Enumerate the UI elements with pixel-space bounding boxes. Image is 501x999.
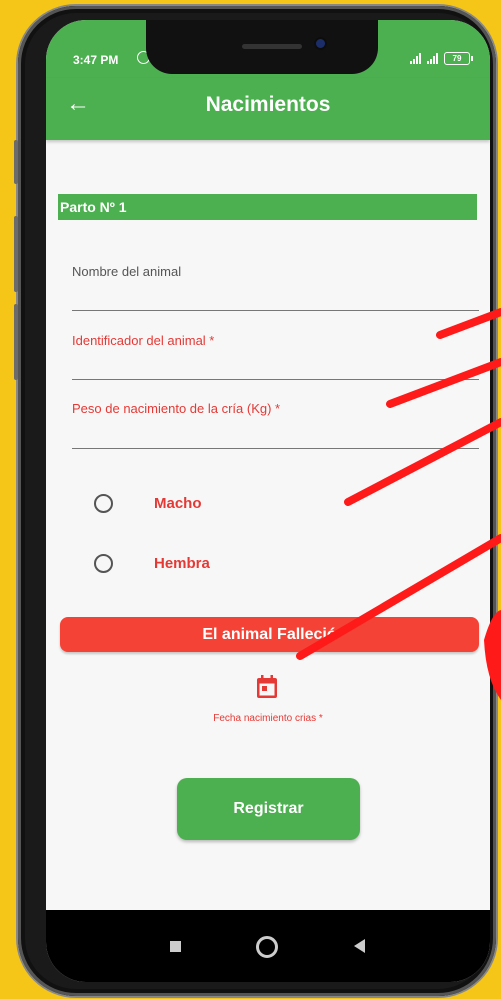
register-button[interactable]: Registrar <box>177 778 360 840</box>
nav-bar <box>46 910 490 982</box>
field-underline <box>72 379 479 380</box>
battery-icon: 79 <box>444 52 473 65</box>
field-underline <box>72 310 479 311</box>
radio-circle[interactable] <box>94 494 113 513</box>
radio-label-macho: Macho <box>154 495 202 512</box>
speaker-grille <box>242 44 302 49</box>
weight-field[interactable]: Peso de nacimiento de la cría (Kg) * <box>72 401 479 449</box>
birth-date-label: Fecha nacimiento crias * <box>213 713 323 724</box>
identifier-field[interactable]: Identificador del animal * <box>72 333 479 380</box>
page-title: Nacimientos <box>205 93 331 116</box>
status-icons: 79 <box>410 52 473 65</box>
home-icon[interactable] <box>256 936 278 958</box>
phone-screen: 3:47 PM 79 ← Nacimientos Parto Nº 1 Nomb… <box>46 20 490 982</box>
field-underline <box>72 448 479 449</box>
signal-icon <box>410 53 421 64</box>
section-header: Parto Nº 1 <box>58 194 477 220</box>
front-camera <box>316 39 325 48</box>
radio-label-hembra: Hembra <box>154 555 210 572</box>
recent-apps-icon[interactable] <box>170 941 181 952</box>
phone-button <box>14 140 18 184</box>
weight-field-label: Peso de nacimiento de la cría (Kg) * <box>72 401 281 416</box>
signal-icon <box>427 53 438 64</box>
back-triangle-icon[interactable] <box>354 939 365 953</box>
app-bar: ← Nacimientos <box>46 78 490 140</box>
radio-circle[interactable] <box>94 554 113 573</box>
section-title: Parto Nº 1 <box>60 199 127 215</box>
identifier-field-label: Identificador del animal * <box>72 333 215 348</box>
radio-macho[interactable]: Macho <box>94 494 202 513</box>
status-time: 3:47 PM <box>73 53 119 67</box>
name-field-label: Nombre del animal <box>72 264 182 279</box>
camera-notch <box>146 20 378 74</box>
name-field[interactable]: Nombre del animal <box>72 264 479 311</box>
calendar-icon[interactable] <box>256 675 278 699</box>
deceased-button[interactable]: El animal Falleció <box>60 617 479 652</box>
phone-button <box>14 304 18 380</box>
phone-button <box>14 216 18 292</box>
radio-hembra[interactable]: Hembra <box>94 554 210 573</box>
